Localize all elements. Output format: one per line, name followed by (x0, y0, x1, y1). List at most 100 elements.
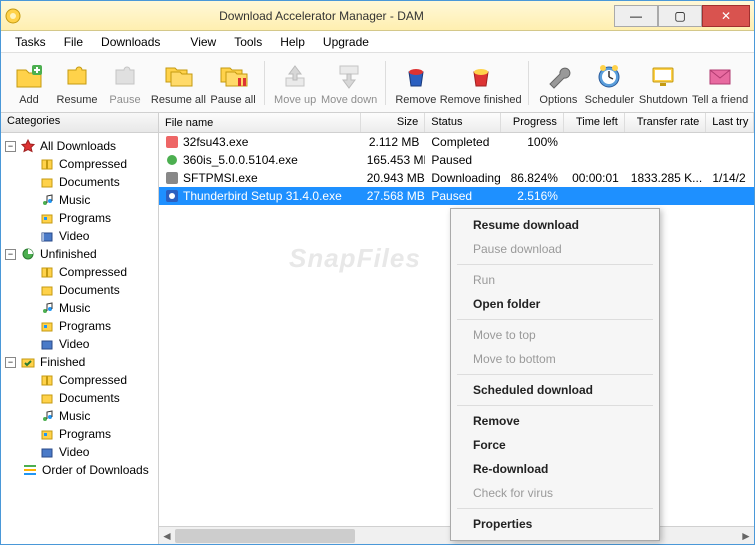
toolbar-scheduler[interactable]: Scheduler (584, 58, 634, 108)
toolbar-remove[interactable]: Remove (394, 58, 438, 108)
toolbar-tell-friend[interactable]: Tell a friend (692, 58, 748, 108)
window-controls: — ▢ ✕ (614, 5, 750, 27)
tree-node-music[interactable]: Music (3, 407, 156, 425)
tree-label: All Downloads (40, 139, 116, 153)
tree-node-compressed[interactable]: Compressed (3, 155, 156, 173)
scrollbar-thumb[interactable] (175, 529, 355, 543)
tree-node-music[interactable]: Music (3, 191, 156, 209)
cm-remove[interactable]: Remove (453, 409, 657, 433)
tree-node-compressed[interactable]: Compressed (3, 371, 156, 389)
cm-pause-download: Pause download (453, 237, 657, 261)
cm-separator (457, 405, 653, 406)
trash-check-icon (465, 60, 497, 92)
clock-icon (593, 60, 625, 92)
tree-label: Compressed (59, 157, 127, 171)
tree-label: Order of Downloads (42, 463, 149, 477)
cm-separator (457, 508, 653, 509)
tree-node-programs[interactable]: Programs (3, 317, 156, 335)
tree-node-documents[interactable]: Documents (3, 173, 156, 191)
cell-name: 32fsu43.exe (183, 135, 248, 149)
tree-node-video[interactable]: Video (3, 443, 156, 461)
menu-help[interactable]: Help (272, 33, 313, 51)
collapse-icon[interactable]: − (5, 141, 16, 152)
cell-name: SFTPMSI.exe (183, 171, 258, 185)
table-row[interactable]: 360is_5.0.0.5104.exe 165.453 MB Paused (159, 151, 754, 169)
toolbar-move-up[interactable]: Move up (273, 58, 317, 108)
cell-size: 20.943 MB (361, 170, 426, 186)
cell-rate (625, 141, 707, 143)
column-rate[interactable]: Transfer rate (625, 113, 707, 132)
column-status[interactable]: Status (425, 113, 501, 132)
tree-node-all-downloads[interactable]: − All Downloads (3, 137, 156, 155)
toolbar-shutdown[interactable]: Shutdown (639, 58, 689, 108)
collapse-icon[interactable]: − (5, 249, 16, 260)
column-lasttry[interactable]: Last try (706, 113, 754, 132)
tree-node-music[interactable]: Music (3, 299, 156, 317)
tree-node-order[interactable]: Order of Downloads (3, 461, 156, 479)
close-button[interactable]: ✕ (702, 5, 750, 27)
tree-label: Compressed (59, 265, 127, 279)
toolbar-options[interactable]: Options (536, 58, 580, 108)
scroll-left-icon[interactable]: ◄ (159, 527, 175, 544)
tree-node-unfinished[interactable]: − Unfinished (3, 245, 156, 263)
tree-node-compressed[interactable]: Compressed (3, 263, 156, 281)
cm-open-folder[interactable]: Open folder (453, 292, 657, 316)
cell-size: 2.112 MB (361, 134, 426, 150)
category-tree: − All Downloads Compressed Documents Mus… (1, 133, 158, 544)
cell-status: Downloading (425, 170, 501, 186)
monitor-icon (647, 60, 679, 92)
cm-resume-download[interactable]: Resume download (453, 213, 657, 237)
tree-node-programs[interactable]: Programs (3, 209, 156, 227)
minimize-button[interactable]: — (614, 5, 658, 27)
toolbar-add[interactable]: Add (7, 58, 51, 108)
collapse-icon[interactable]: − (5, 357, 16, 368)
menu-tools[interactable]: Tools (226, 33, 270, 51)
tree-label: Music (59, 301, 90, 315)
table-row[interactable]: SFTPMSI.exe 20.943 MB Downloading 86.824… (159, 169, 754, 187)
toolbar-pause[interactable]: Pause (103, 58, 147, 108)
menu-tasks[interactable]: Tasks (7, 33, 54, 51)
tree-label: Video (59, 445, 89, 459)
maximize-button[interactable]: ▢ (658, 5, 702, 27)
tree-node-documents[interactable]: Documents (3, 281, 156, 299)
menu-view[interactable]: View (182, 33, 224, 51)
cm-force[interactable]: Force (453, 433, 657, 457)
toolbar-resume-all[interactable]: Resume all (151, 58, 206, 108)
menu-file[interactable]: File (56, 33, 91, 51)
tree-node-video[interactable]: Video (3, 335, 156, 353)
cell-rate (625, 195, 707, 197)
tree-node-video[interactable]: Video (3, 227, 156, 245)
toolbar-remove-finished[interactable]: Remove finished (442, 58, 520, 108)
menu-upgrade[interactable]: Upgrade (315, 33, 377, 51)
column-timeleft[interactable]: Time left (564, 113, 625, 132)
tree-label: Programs (59, 211, 111, 225)
menu-downloads[interactable]: Downloads (93, 33, 168, 51)
cell-status: Paused (425, 152, 501, 168)
music-icon (39, 300, 55, 316)
tree-label: Documents (59, 175, 120, 189)
cell-timeleft (564, 159, 625, 161)
toolbar-move-down[interactable]: Move down (321, 58, 377, 108)
cell-timeleft (564, 195, 625, 197)
toolbar-resume[interactable]: Resume (55, 58, 99, 108)
program-icon (39, 318, 55, 334)
column-size[interactable]: Size (361, 113, 426, 132)
cm-redownload[interactable]: Re-download (453, 457, 657, 481)
cell-rate: 1833.285 K... (625, 170, 707, 186)
column-progress[interactable]: Progress (501, 113, 564, 132)
scroll-right-icon[interactable]: ► (738, 527, 754, 544)
program-icon (39, 210, 55, 226)
table-row-selected[interactable]: Thunderbird Setup 31.4.0.exe 27.568 MB P… (159, 187, 754, 205)
tree-node-programs[interactable]: Programs (3, 425, 156, 443)
tree-label: Programs (59, 319, 111, 333)
tree-node-finished[interactable]: − Finished (3, 353, 156, 371)
cm-scheduled[interactable]: Scheduled download (453, 378, 657, 402)
tree-node-documents[interactable]: Documents (3, 389, 156, 407)
toolbar-pause-all[interactable]: Pause all (210, 58, 257, 108)
cm-properties[interactable]: Properties (453, 512, 657, 536)
table-row[interactable]: 32fsu43.exe 2.112 MB Completed 100% (159, 133, 754, 151)
star-folder-icon (20, 138, 36, 154)
cell-rate (625, 159, 707, 161)
column-name[interactable]: File name (159, 113, 361, 132)
exe-icon (165, 153, 179, 167)
